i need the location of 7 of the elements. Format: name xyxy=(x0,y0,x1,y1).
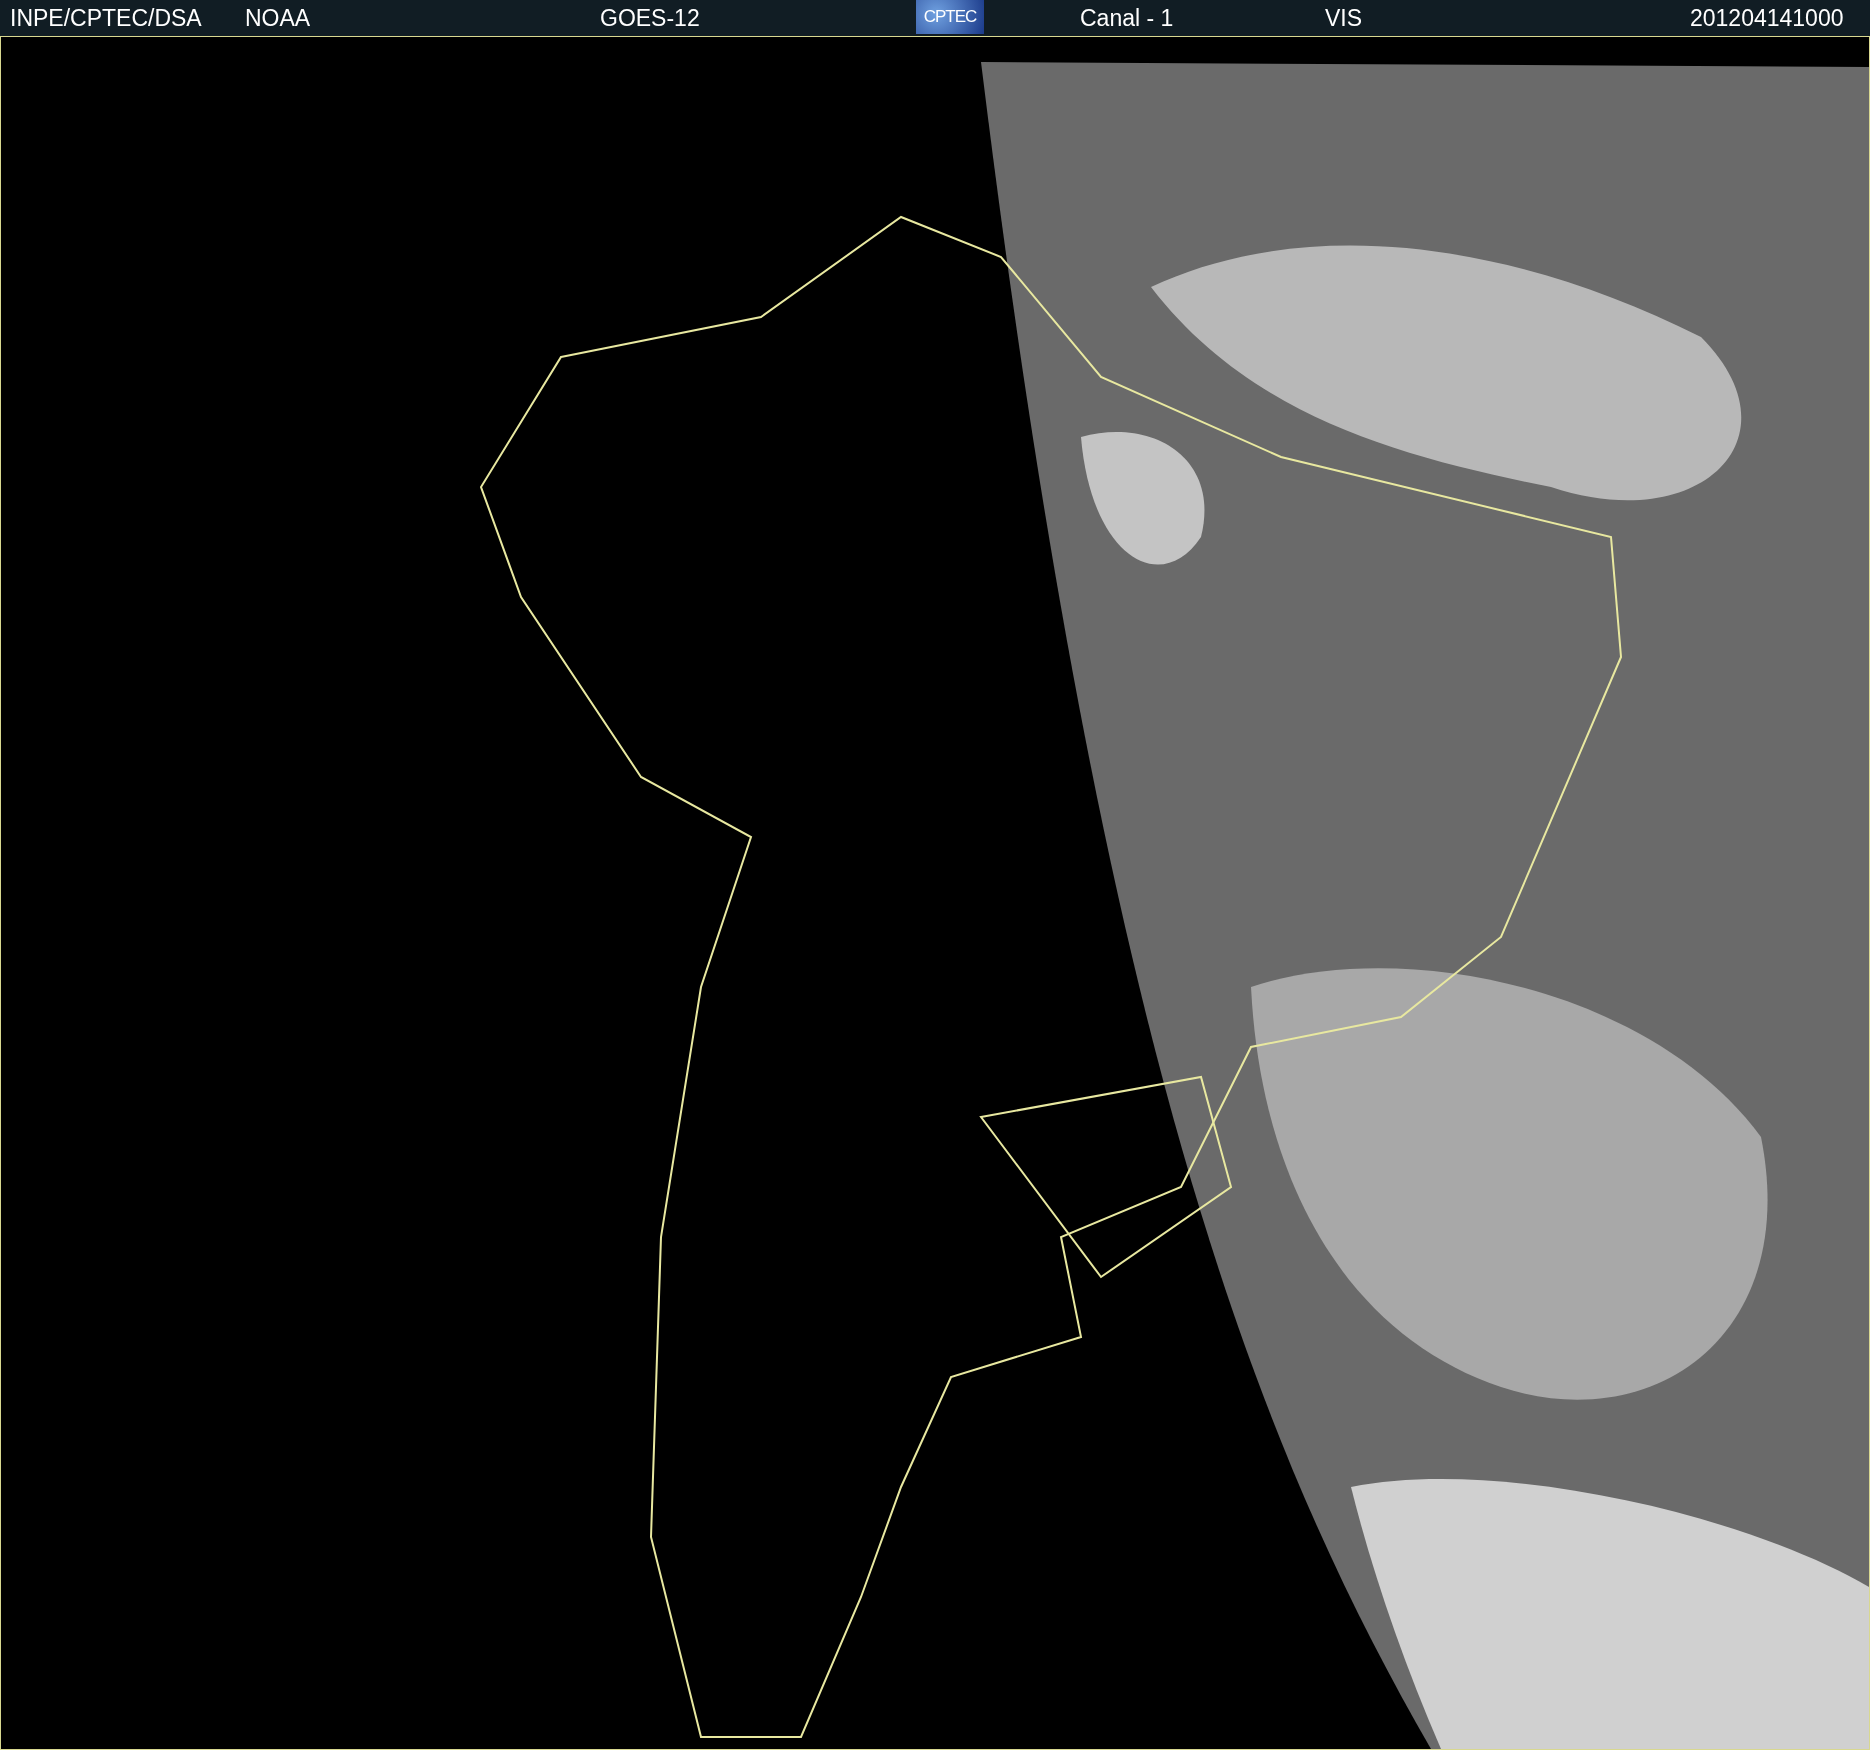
logo: CPTEC xyxy=(916,0,984,34)
agency-label: NOAA xyxy=(245,5,311,32)
timestamp-label: 201204141000 xyxy=(1690,5,1844,32)
band-label: VIS xyxy=(1325,5,1363,32)
satellite-label: GOES-12 xyxy=(600,5,700,32)
channel-label: Canal - 1 xyxy=(1080,5,1174,32)
source-label: INPE/CPTEC/DSA xyxy=(10,5,202,32)
